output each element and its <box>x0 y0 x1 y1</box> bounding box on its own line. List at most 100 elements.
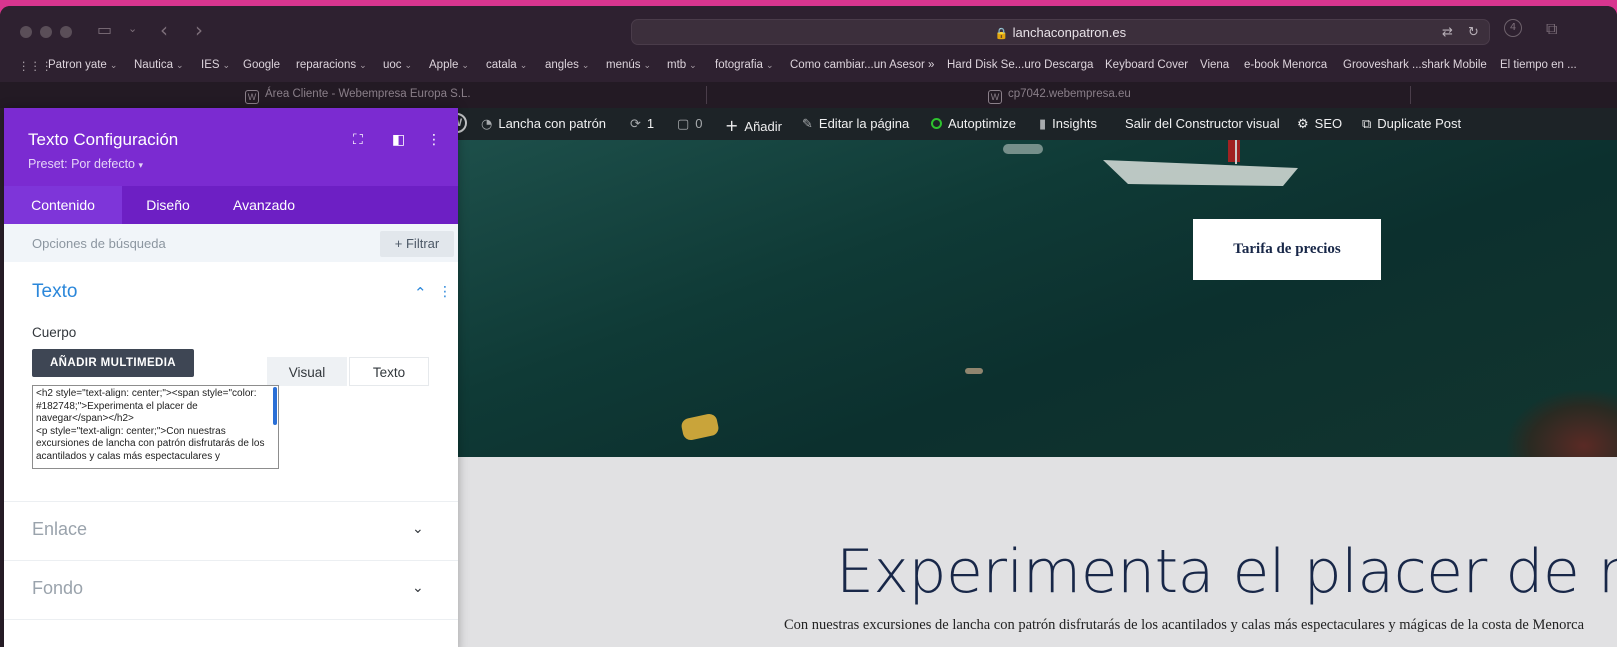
swimmer-image <box>965 368 983 374</box>
edit-page-link[interactable]: ✎ Editar la página <box>802 116 909 132</box>
extension-icon[interactable]: 4 <box>1504 19 1522 37</box>
chevron-down-icon: ⌄ <box>222 60 231 70</box>
chevron-down-icon: ⌄ <box>689 60 697 70</box>
sailboat-image <box>1103 140 1298 186</box>
plus-icon: + <box>725 116 739 135</box>
autoptimize-link[interactable]: Autoptimize <box>931 116 1016 131</box>
buoy-image <box>680 412 720 442</box>
chevron-down-icon: ⌄ <box>581 60 590 70</box>
chevron-down-icon[interactable]: ⌄ <box>128 22 137 35</box>
webempresa-favicon-icon: W <box>988 90 1002 104</box>
tab-avanzado[interactable]: Avanzado <box>214 186 314 224</box>
bookmark-link[interactable]: Hard Disk Se...uro Descarga <box>947 59 1093 71</box>
translate-icon[interactable]: ⇄ <box>1442 24 1453 40</box>
lock-icon: 🔒 <box>994 28 1009 40</box>
chevron-down-icon[interactable]: ⌄ <box>412 580 424 596</box>
close-window-button[interactable] <box>20 26 32 38</box>
bookmark-link[interactable]: e-book Menorca <box>1244 59 1327 71</box>
bar-chart-icon: ▮ <box>1039 117 1047 132</box>
panel-header: Texto Configuración Preset: Por defecto … <box>4 108 458 186</box>
browser-window: ▭ ⌄ ‹ › 🔒 lanchaconpatron.es ⇄ ↻ 4 ⧉ ⋮⋮⋮ … <box>0 6 1617 647</box>
bookmark-link[interactable]: Como cambiar...un Asesor » <box>790 59 934 71</box>
chevron-down-icon: ⌄ <box>176 60 184 70</box>
bookmark-folder[interactable]: mtb ⌄ <box>667 59 697 71</box>
chevron-down-icon: ⌄ <box>461 60 469 70</box>
tab-bar: W Área Cliente - Webempresa Europa S.L. W… <box>0 82 1617 108</box>
bookmark-folder[interactable]: Apple ⌄ <box>429 59 469 71</box>
section-divider <box>4 560 458 561</box>
webempresa-favicon-icon: W <box>245 90 259 104</box>
split-view-icon[interactable]: ◧ <box>392 132 405 148</box>
updates-link[interactable]: ⟳ 1 <box>630 116 654 132</box>
section-texto-title[interactable]: Texto <box>32 281 77 303</box>
exit-visual-builder-link[interactable]: Salir del Constructor visual <box>1125 116 1280 131</box>
back-icon[interactable]: ‹ <box>160 18 168 42</box>
fullscreen-icon[interactable]: ⛶ <box>353 132 363 148</box>
panel-tabs: Contenido Diseño Avanzado <box>4 186 458 224</box>
bookmark-folder[interactable]: catala ⌄ <box>486 59 527 71</box>
bookmark-folder[interactable]: reparacions ⌄ <box>296 59 367 71</box>
duplicate-post-link[interactable]: ⧉ Duplicate Post <box>1362 116 1461 132</box>
bookmark-link[interactable]: Keyboard Cover <box>1105 59 1188 71</box>
site-name-link[interactable]: ◔ Lancha con patrón <box>481 116 606 132</box>
minimize-window-button[interactable] <box>40 26 52 38</box>
tarifa-precios-button[interactable]: Tarifa de precios <box>1193 219 1381 280</box>
bookmark-folder[interactable]: Nautica ⌄ <box>134 59 184 71</box>
bookmark-link[interactable]: Viena <box>1200 59 1229 71</box>
bookmark-folder[interactable]: fotografia ⌄ <box>715 59 774 71</box>
tab-diseno[interactable]: Diseño <box>122 186 214 224</box>
content-section: Experimenta el placer de navegar Con nue… <box>458 457 1617 647</box>
forward-icon[interactable]: › <box>195 18 203 42</box>
bookmark-folder[interactable]: angles ⌄ <box>545 59 589 71</box>
preset-dropdown[interactable]: Preset: Por defecto ▾ <box>28 157 143 171</box>
insights-link[interactable]: ▮ Insights <box>1039 116 1097 132</box>
bookmark-link[interactable]: Google <box>243 59 280 71</box>
text-editor-tab[interactable]: Texto <box>349 357 429 386</box>
zoom-window-button[interactable] <box>60 26 72 38</box>
address-bar[interactable]: 🔒 lanchaconpatron.es ⇄ ↻ <box>631 19 1490 45</box>
dashboard-icon: ◔ <box>481 117 493 132</box>
comment-icon: ▢ <box>677 117 690 132</box>
html-content-textarea[interactable]: <h2 style="text-align: center;"><span st… <box>32 385 279 469</box>
bookmark-folder[interactable]: menús ⌄ <box>606 59 651 71</box>
add-media-button[interactable]: AÑADIR MULTIMEDIA <box>32 349 194 377</box>
textarea-scrollbar[interactable] <box>273 387 277 425</box>
browser-tab[interactable]: W Área Cliente - Webempresa Europa S.L. <box>245 82 471 108</box>
section-fondo-title[interactable]: Fondo <box>32 578 83 599</box>
caret-down-icon: ▾ <box>138 160 144 170</box>
share-icon[interactable]: ⧉ <box>1546 19 1557 39</box>
options-search: Opciones de búsqueda + Filtrar <box>4 224 458 262</box>
reload-icon[interactable]: ↻ <box>1468 24 1479 40</box>
chevron-down-icon: ⌄ <box>404 60 413 70</box>
chevron-down-icon: ⌄ <box>519 60 528 70</box>
bookmark-folder[interactable]: Patron yate ⌄ <box>48 59 117 71</box>
chevron-down-icon: ⌄ <box>643 60 652 70</box>
tab-contenido[interactable]: Contenido <box>4 186 122 224</box>
visual-editor-tab[interactable]: Visual <box>267 357 347 386</box>
bookmark-folder[interactable]: uoc ⌄ <box>383 59 412 71</box>
search-options-input[interactable]: Opciones de búsqueda <box>32 236 166 251</box>
browser-tab[interactable]: Wcp7042.webempresa.eu <box>988 82 1131 108</box>
chevron-down-icon: ⌄ <box>765 60 774 70</box>
tab-divider <box>1410 86 1411 104</box>
bookmark-link[interactable]: Grooveshark ...shark Mobile <box>1343 59 1487 71</box>
seo-link[interactable]: ⚙ SEO <box>1297 116 1342 132</box>
section-divider <box>4 619 458 620</box>
section-enlace-title[interactable]: Enlace <box>32 519 87 540</box>
comments-link[interactable]: ▢ 0 <box>677 116 703 132</box>
filter-button[interactable]: + Filtrar <box>380 231 454 257</box>
add-new-link[interactable]: + Añadir <box>725 116 782 135</box>
more-options-icon[interactable]: ⋮ <box>427 132 441 148</box>
section-menu-icon[interactable]: ⋮ <box>438 284 452 300</box>
wp-admin-bar: W ◔Lancha con patrón ⟳1 ▢0 +Añadir ✎Edit… <box>439 108 1617 140</box>
panel-title: Texto Configuración <box>28 130 179 149</box>
bookmark-folder[interactable]: IES ⌄ <box>201 59 230 71</box>
chevron-down-icon[interactable]: ⌄ <box>412 521 424 537</box>
bookmark-link[interactable]: El tiempo en ... <box>1500 59 1577 71</box>
sidebar-toggle-icon[interactable]: ▭ <box>97 20 112 39</box>
section-heading[interactable]: Experimenta el placer de navegar <box>836 537 1617 607</box>
updates-icon: ⟳ <box>630 117 641 132</box>
section-paragraph[interactable]: Con nuestras excursiones de lancha con p… <box>784 617 1584 634</box>
chevron-up-icon[interactable]: ⌃ <box>414 284 427 302</box>
body-field-label: Cuerpo <box>32 325 77 340</box>
